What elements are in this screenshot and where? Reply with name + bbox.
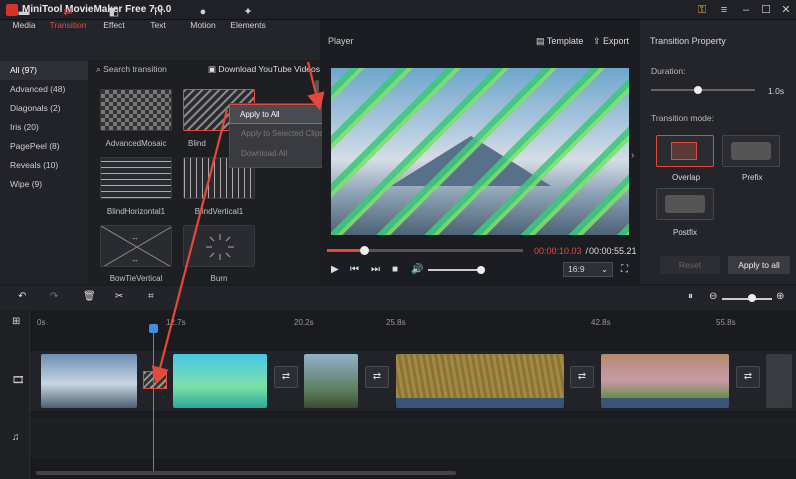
annotation-arrows [151,61,325,385]
arrow-to-menu [306,61,325,111]
arrow-to-timeline [151,109,229,385]
